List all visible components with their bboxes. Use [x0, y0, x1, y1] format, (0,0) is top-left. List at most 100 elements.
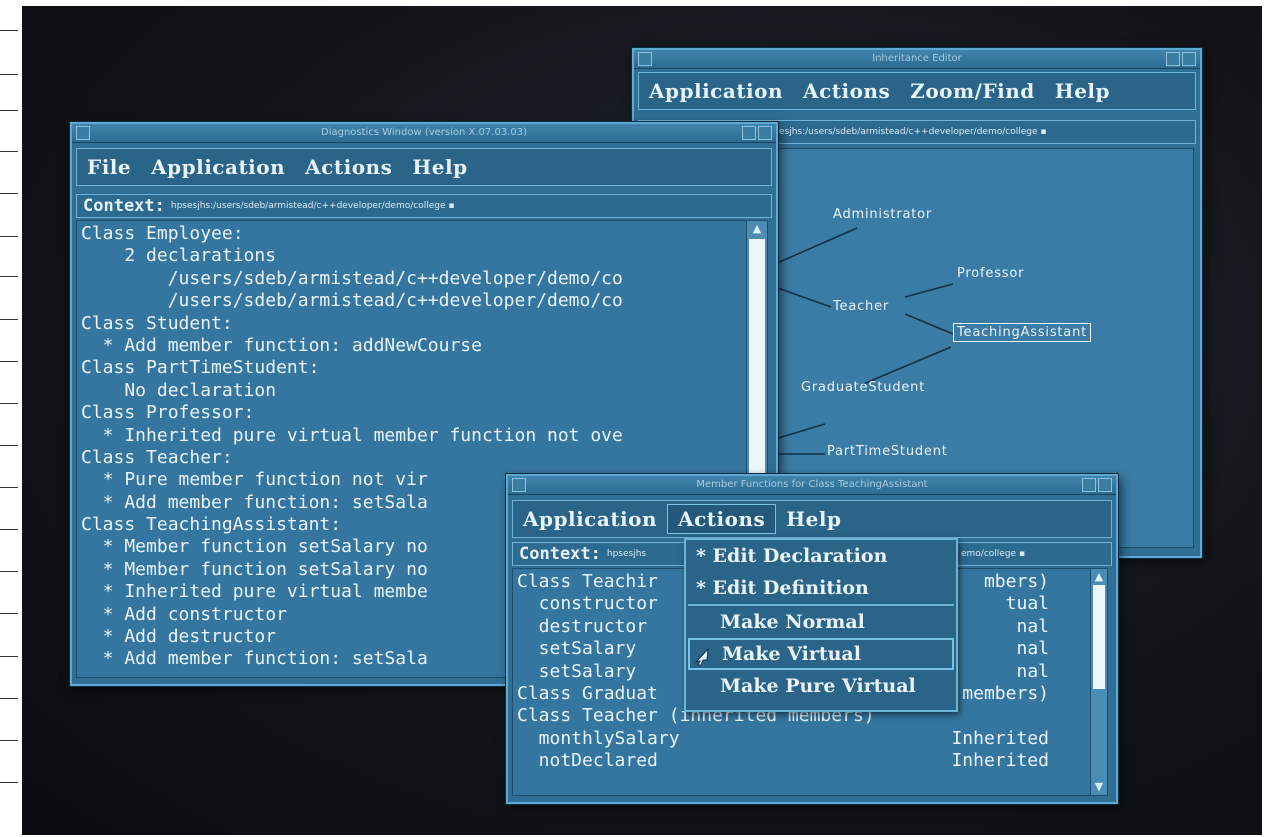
scroll-up-arrow-icon[interactable]: ▲ [748, 222, 766, 236]
node-teacher[interactable]: Teacher [833, 299, 889, 314]
diagnostics-menubar: File Application Actions Help [76, 148, 772, 186]
member-functions-scrollbar[interactable]: ▲ ▼ [1090, 569, 1107, 795]
menu-help[interactable]: Help [776, 505, 851, 533]
menu-application[interactable]: Application [639, 77, 793, 105]
page-margin [0, 0, 22, 837]
member-status: Inherited [951, 750, 1049, 772]
window-menu-button[interactable] [638, 52, 652, 66]
margin-tick [0, 30, 18, 31]
menu-actions[interactable]: Actions [295, 153, 402, 181]
context-label: Context: [83, 196, 165, 216]
margin-tick [0, 571, 18, 572]
margin-tick [0, 110, 18, 111]
menu-actions[interactable]: Actions [667, 504, 777, 534]
member-status: tual [1005, 593, 1049, 615]
member-status [951, 705, 1049, 727]
margin-tick [0, 445, 18, 446]
window-menu-button[interactable] [512, 478, 526, 492]
margin-tick [0, 361, 18, 362]
edge-teacher-ta [904, 313, 954, 335]
scroll-up-arrow-icon[interactable]: ▲ [1092, 570, 1106, 584]
margin-tick [0, 698, 18, 699]
menu-zoom-find[interactable]: Zoom/Find [900, 77, 1045, 105]
context-path: hpsesjhs:/users/sdeb/armistead/c++develo… [170, 201, 455, 211]
mouse-pointer-icon [694, 648, 709, 666]
edge-to-graduate [775, 423, 826, 440]
scroll-thumb[interactable] [1093, 585, 1105, 689]
maximize-button[interactable] [1182, 52, 1196, 66]
minimize-button[interactable] [1082, 478, 1096, 492]
window-title: Diagnostics Window (version X.07.03.03) [321, 127, 527, 138]
edge-teacher-professor [904, 283, 954, 298]
menu-help[interactable]: Help [1045, 77, 1120, 105]
diagnostics-titlebar[interactable]: Diagnostics Window (version X.07.03.03) [72, 124, 776, 143]
member-status: Inherited [951, 727, 1049, 749]
diagnostic-line: Class Professor: [81, 402, 255, 424]
actions-dropdown-menu: * Edit Declaration * Edit Definition Mak… [684, 538, 958, 712]
diagnostic-line: No declaration [81, 379, 277, 401]
node-administrator[interactable]: Administrator [833, 207, 932, 222]
minimize-button[interactable] [742, 126, 756, 140]
menu-item-make-pure-virtual[interactable]: Make Pure Virtual [686, 670, 956, 702]
node-graduatestudent[interactable]: GraduateStudent [801, 380, 925, 395]
margin-tick [0, 487, 18, 488]
menu-help[interactable]: Help [402, 153, 477, 181]
diagnostic-line: * Add member function: addNewCourse [81, 334, 482, 356]
diagnostic-line: Class Teacher: [81, 446, 233, 468]
diagnostic-line: Class Student: [81, 312, 233, 334]
margin-tick [0, 529, 18, 530]
member-status: members) [962, 682, 1049, 704]
diagnostics-context-bar: Context: hpsesjhs:/users/sdeb/armistead/… [76, 194, 772, 218]
window-menu-button[interactable] [76, 126, 90, 140]
scroll-down-arrow-icon[interactable]: ▼ [1092, 780, 1106, 794]
margin-tick [0, 613, 18, 614]
diagnostic-line: 2 declarations [81, 245, 277, 267]
diagnostic-line: /users/sdeb/armistead/c++developer/demo/… [81, 290, 623, 312]
member-status: nal [1016, 660, 1049, 682]
margin-tick [0, 403, 18, 404]
menu-item-label: Make Virtual [722, 643, 861, 665]
margin-tick [0, 656, 18, 657]
member-functions-menubar: Application Actions Help [512, 500, 1112, 538]
node-parttimestudent[interactable]: PartTimeStudent [827, 444, 948, 459]
member-status: nal [1016, 615, 1049, 637]
margin-tick [0, 276, 18, 277]
context-path: hpsesjhs [606, 549, 647, 559]
minimize-button[interactable] [1166, 52, 1180, 66]
diagnostic-line: * Inherited pure virtual member function… [81, 424, 623, 446]
node-teachingassistant[interactable]: TeachingAssistant [953, 323, 1092, 342]
inheritance-menubar: Application Actions Zoom/Find Help [638, 72, 1196, 110]
menu-item-edit-definition[interactable]: * Edit Definition [686, 572, 956, 604]
window-title: Member Functions for Class TeachingAssis… [696, 479, 928, 490]
maximize-button[interactable] [758, 126, 772, 140]
diagnostic-line: /users/sdeb/armistead/c++developer/demo/… [81, 267, 623, 289]
margin-tick [0, 740, 18, 741]
margin-tick [0, 151, 18, 152]
diagnostic-line: Class Employee: [81, 223, 244, 244]
maximize-button[interactable] [1098, 478, 1112, 492]
inheritance-editor-titlebar[interactable]: Inheritance Editor [634, 50, 1200, 69]
member-functions-titlebar[interactable]: Member Functions for Class TeachingAssis… [508, 476, 1116, 495]
menu-application[interactable]: Application [141, 153, 295, 181]
member-list-status: mbers) tual nal nal nal members) Inherit… [951, 571, 1049, 773]
margin-tick [0, 193, 18, 194]
margin-tick [0, 74, 18, 75]
member-status: mbers) [983, 571, 1049, 592]
context-path-tail: emo/college ▪ [961, 549, 1026, 559]
menu-file[interactable]: File [77, 153, 141, 181]
edge-to-administrator [775, 227, 858, 265]
context-path: esjhs:/users/sdeb/armistead/c++developer… [779, 127, 1047, 137]
window-title: Inheritance Editor [872, 53, 962, 64]
margin-tick [0, 236, 18, 237]
context-label: Context: [519, 544, 601, 564]
margin-tick [0, 782, 18, 783]
menu-actions[interactable]: Actions [793, 77, 900, 105]
menu-item-make-normal[interactable]: Make Normal [686, 606, 956, 638]
menu-item-edit-declaration[interactable]: * Edit Declaration [686, 540, 956, 572]
menu-application[interactable]: Application [513, 505, 667, 533]
edge-to-teacher [775, 286, 832, 308]
node-professor[interactable]: Professor [957, 266, 1024, 281]
diagnostic-line: Class PartTimeStudent: [81, 357, 320, 379]
margin-tick [0, 319, 18, 320]
menu-item-make-virtual[interactable]: Make Virtual [688, 638, 954, 670]
